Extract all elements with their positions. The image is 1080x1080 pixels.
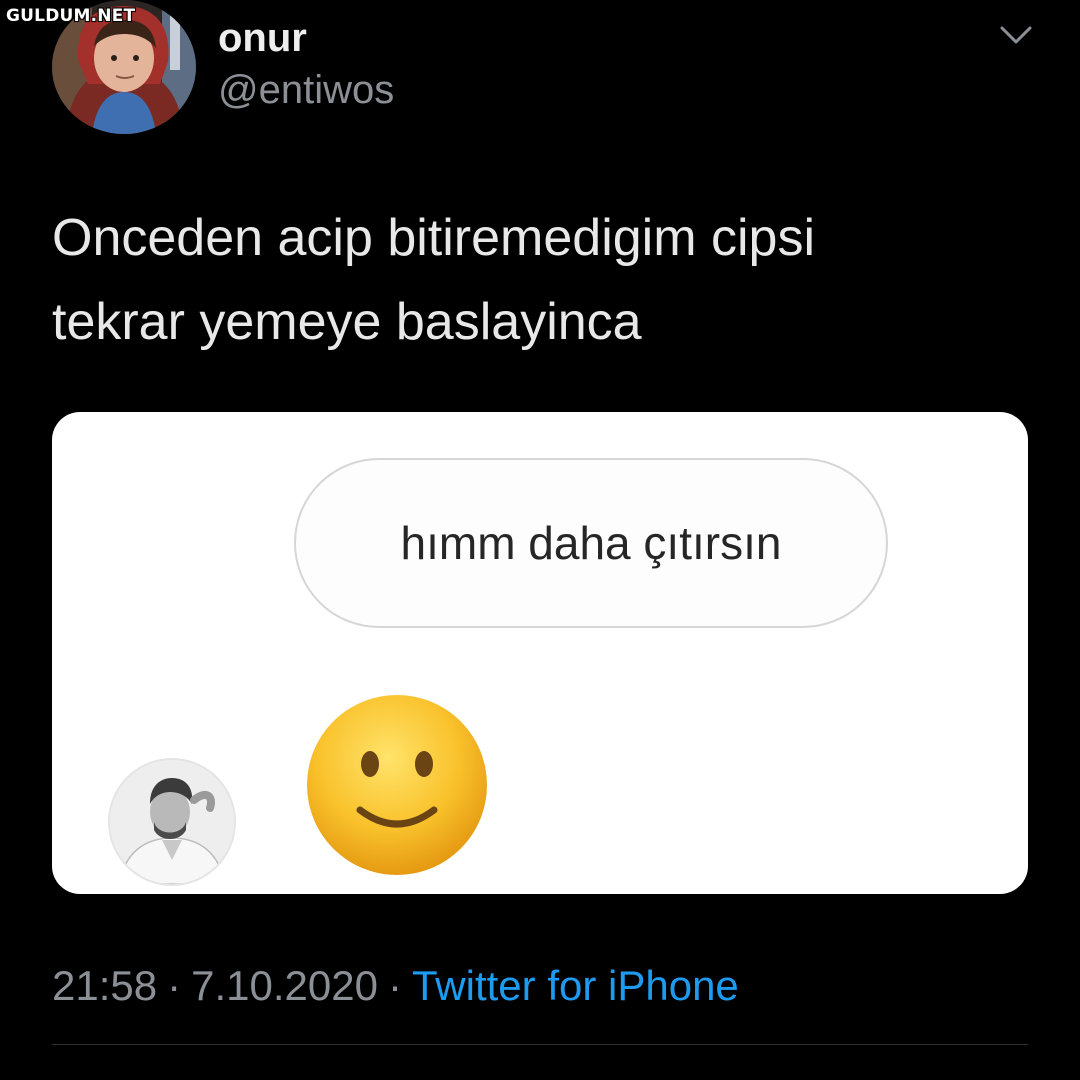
- tweet-media-image[interactable]: hımm daha çıtırsın: [52, 412, 1028, 894]
- meta-separator: ·: [387, 962, 402, 1009]
- chevron-down-icon[interactable]: [998, 22, 1034, 48]
- sender-avatar: [108, 758, 236, 886]
- divider: [52, 1044, 1028, 1045]
- watermark-logo: GULDUM.NET: [6, 6, 136, 26]
- tweet-text: Onceden acip bitiremedigim cipsi tekrar …: [52, 209, 816, 351]
- chat-message-bubble: hımm daha çıtırsın: [294, 458, 888, 628]
- tweet-date: 7.10.2020: [191, 962, 378, 1009]
- display-name[interactable]: onur: [218, 14, 307, 62]
- chat-message-text: hımm daha çıtırsın: [400, 517, 782, 569]
- meta-separator: ·: [167, 962, 182, 1009]
- tweet-meta: 21:58 · 7.10.2020 · Twitter for iPhone: [52, 962, 739, 1010]
- user-handle[interactable]: @entiwos: [218, 66, 394, 114]
- slightly-smiling-face-icon: [304, 692, 490, 878]
- tweet-source-link[interactable]: Twitter for iPhone: [412, 962, 739, 1009]
- tweet-time: 21:58: [52, 962, 158, 1009]
